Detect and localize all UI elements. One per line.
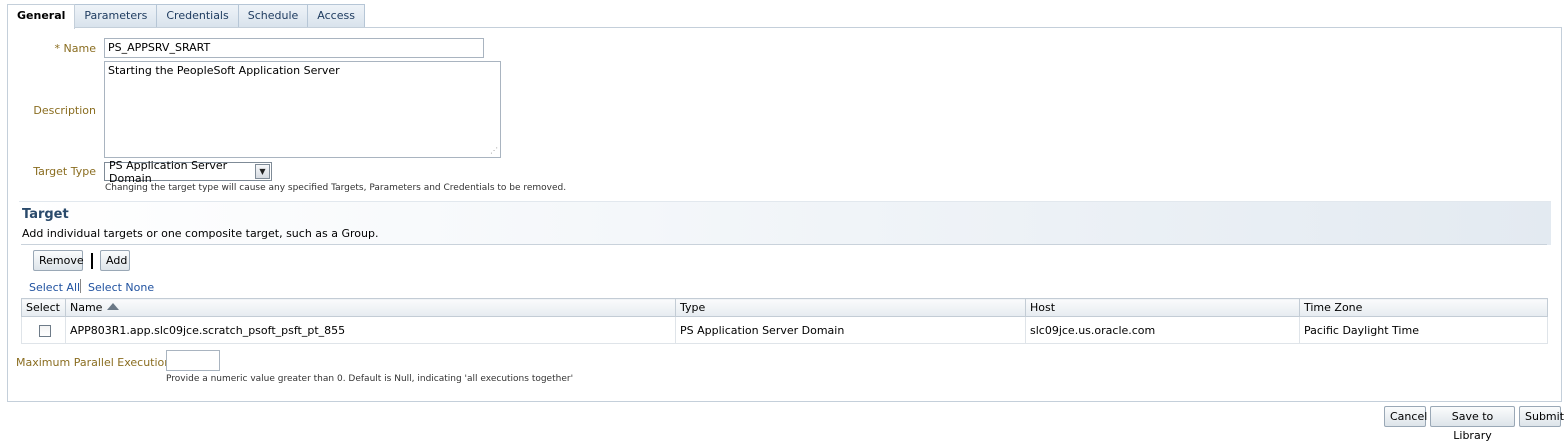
max-parallel-input[interactable] (166, 350, 220, 371)
column-header-type[interactable]: Type (675, 298, 1026, 317)
column-header-name[interactable]: Name (65, 298, 676, 317)
description-label: Description (33, 104, 96, 117)
toolbar-separator (91, 253, 93, 269)
table-row: APP803R1.app.slc09jce.scratch_psoft_psft… (21, 316, 1548, 344)
submit-button[interactable]: Submit (1519, 406, 1564, 427)
remove-button[interactable]: Remove (33, 250, 84, 271)
cancel-button[interactable]: Cancel (1384, 406, 1427, 427)
section-divider (21, 244, 1547, 245)
target-section-description: Add individual targets or one composite … (22, 227, 379, 240)
tab-access[interactable]: Access (307, 4, 365, 28)
description-textarea[interactable]: Starting the PeopleSoft Application Serv… (104, 61, 501, 158)
tab-general[interactable]: General (7, 4, 76, 29)
sort-ascending-icon[interactable] (107, 303, 120, 310)
row-name: APP803R1.app.slc09jce.scratch_psoft_psft… (65, 316, 676, 344)
max-parallel-label: Maximum Parallel Executions (16, 356, 177, 369)
row-host: slc09jce.us.oracle.com (1025, 316, 1300, 344)
target-type-hint: Changing the target type will cause any … (105, 183, 567, 193)
target-type-select[interactable]: PS Application Server Domain ▼ (104, 159, 272, 185)
description-text: Starting the PeopleSoft Application Serv… (108, 64, 340, 77)
target-section-title: Target (22, 207, 69, 222)
resize-grip-icon[interactable]: ⋰ (490, 146, 498, 155)
table-header-row: Select Name Type Host Time Zone (21, 298, 1548, 317)
select-none-link[interactable]: Select None (88, 281, 154, 294)
target-section-header: Target Add individual targets or one com… (19, 201, 1551, 245)
name-label: * Name (54, 42, 96, 55)
target-type-value: PS Application Server Domain (109, 158, 228, 185)
target-type-label: Target Type (33, 165, 96, 178)
required-marker: * (54, 42, 64, 55)
row-select-checkbox[interactable] (39, 324, 51, 337)
row-type: PS Application Server Domain (675, 316, 1026, 344)
save-to-library-button[interactable]: Save to Library (1430, 406, 1515, 442)
max-parallel-hint: Provide a numeric value greater than 0. … (166, 374, 574, 384)
add-button[interactable]: Add (100, 250, 130, 271)
chevron-down-icon[interactable]: ▼ (255, 164, 270, 179)
name-input[interactable]: PS_APPSRV_SRART (104, 38, 484, 58)
tab-credentials[interactable]: Credentials (156, 4, 239, 28)
target-table: Select Name Type Host Time Zone APP803R1… (21, 298, 1548, 344)
tab-parameters[interactable]: Parameters (74, 4, 158, 28)
tab-schedule[interactable]: Schedule (237, 4, 309, 28)
column-header-select: Select (21, 298, 66, 317)
row-select-cell (21, 316, 66, 344)
column-header-host[interactable]: Host (1025, 298, 1300, 317)
tab-bar: General Parameters Credentials Schedule … (7, 4, 365, 29)
row-time-zone: Pacific Daylight Time (1299, 316, 1548, 344)
general-panel: * Name PS_APPSRV_SRART Description Start… (7, 27, 1562, 402)
select-all-link[interactable]: Select All (29, 281, 80, 294)
column-header-time-zone[interactable]: Time Zone (1299, 298, 1548, 317)
link-separator (80, 279, 81, 293)
